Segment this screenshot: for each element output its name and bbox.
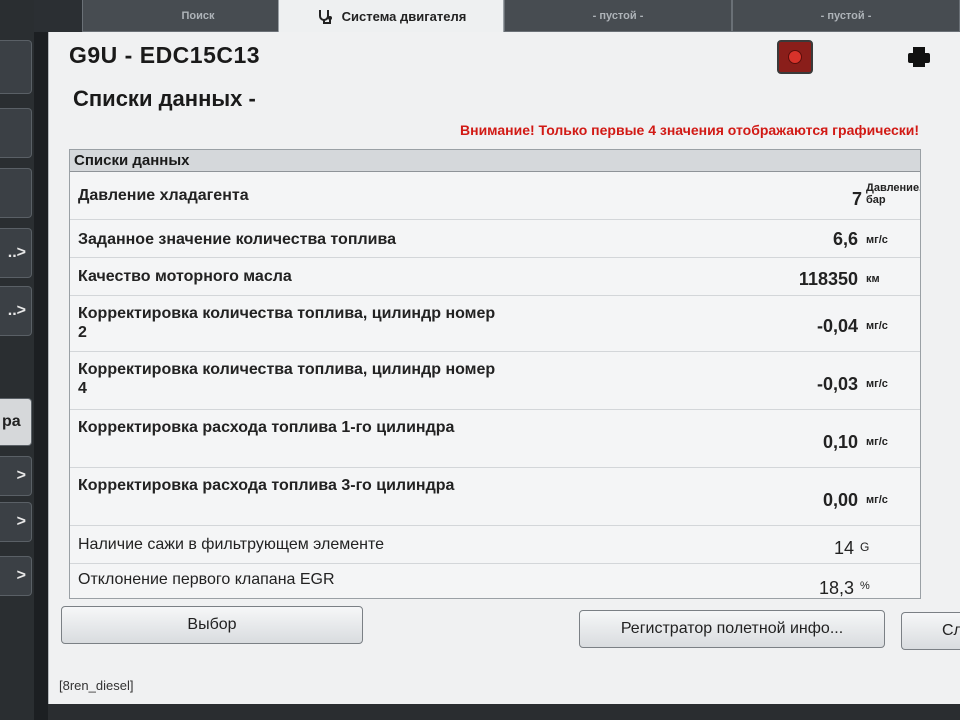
side-button-8[interactable]: > <box>0 502 32 542</box>
bottom-edge <box>48 704 960 720</box>
parameter-label: Корректировка количества топлива, цилинд… <box>78 361 496 397</box>
parameter-unit: % <box>860 580 870 592</box>
parameter-value: 0,10 <box>822 432 858 452</box>
chevron-right-icon: > <box>16 467 26 484</box>
tab-empty-1[interactable]: - пустой - <box>504 0 732 32</box>
parameter-value: 14 <box>833 538 854 558</box>
parameter-value: -0,03 <box>816 374 858 394</box>
list-item[interactable]: Наличие сажи в фильтрующем элементе 14 G <box>70 526 920 564</box>
list-item[interactable]: Корректировка расхода топлива 1-го цилин… <box>70 410 920 468</box>
left-navigation-strip: ..> ..> ра > > > <box>0 0 34 720</box>
stop-button[interactable] <box>777 40 813 74</box>
parameter-label: Корректировка расхода топлива 3-го цилин… <box>78 477 455 494</box>
stop-icon <box>788 50 802 64</box>
parameter-value: 118350 <box>798 269 858 289</box>
side-button-9[interactable]: > <box>0 556 32 596</box>
tab-label: - пустой - <box>592 9 644 22</box>
flight-recorder-button[interactable]: Регистратор полетной инфо... <box>579 610 885 648</box>
side-button-4[interactable]: ..> <box>0 228 32 278</box>
tab-empty-2[interactable]: - пустой - <box>732 0 960 32</box>
tab-label: Система двигателя <box>341 9 467 24</box>
printer-icon[interactable] <box>907 46 931 68</box>
main-panel: G9U - EDC15C13 Списки данных - Внимание!… <box>48 32 960 704</box>
parameter-label: Корректировка количества топлива, цилинд… <box>78 305 496 341</box>
side-button-label: ра <box>2 413 21 430</box>
warning-message: Внимание! Только первые 4 значения отобр… <box>460 122 919 138</box>
chevron-right-icon: > <box>16 567 26 584</box>
side-button-3[interactable] <box>0 168 32 218</box>
parameter-value: 7 <box>851 189 862 209</box>
side-button-label: ..> <box>7 244 26 261</box>
parameter-value: 0,00 <box>822 490 858 510</box>
select-button[interactable]: Выбор <box>61 606 363 644</box>
list-item[interactable]: Корректировка расхода топлива 3-го цилин… <box>70 468 920 526</box>
parameter-unit: мг/с <box>866 494 888 506</box>
list-item[interactable]: Корректировка количества топлива, цилинд… <box>70 296 920 352</box>
flight-recorder-button-label: Регистратор полетной инфо... <box>620 620 844 637</box>
parameter-unit: G <box>860 540 870 554</box>
parameter-unit: мг/с <box>866 320 888 332</box>
page-title: Списки данных - <box>73 86 256 111</box>
status-text: [8ren_diesel] <box>59 678 134 693</box>
tab-label: - пустой - <box>820 9 872 22</box>
parameter-value: -0,04 <box>816 316 858 336</box>
parameter-value: 6,6 <box>832 229 858 249</box>
parameter-label: Качество моторного масла <box>78 268 292 285</box>
side-button-5[interactable]: ..> <box>0 286 32 336</box>
parameter-label: Отклонение первого клапана EGR <box>78 571 335 588</box>
list-item[interactable]: Качество моторного масла 118350 км <box>70 258 920 296</box>
parameter-label: Корректировка расхода топлива 1-го цилин… <box>78 419 455 436</box>
parameter-value: 18,3 <box>818 578 854 598</box>
tab-bar: Поиск Система двигателя - пустой - - пус… <box>34 0 960 34</box>
parameter-unit: мг/с <box>866 378 888 390</box>
parameter-unit: км <box>866 273 880 285</box>
chevron-right-icon: > <box>16 513 26 530</box>
list-item[interactable]: Корректировка количества топлива, цилинд… <box>70 352 920 410</box>
parameter-label: Заданное значение количества топлива <box>78 231 397 248</box>
data-list-header: Списки данных <box>70 150 920 172</box>
side-button-6[interactable]: ра <box>0 398 32 446</box>
side-button-1[interactable] <box>0 40 32 94</box>
list-item[interactable]: Заданное значение количества топлива 6,6… <box>70 220 920 258</box>
parameter-label: Давление хладагента <box>78 187 249 204</box>
stethoscope-icon <box>318 9 332 24</box>
tab-label: Поиск <box>181 9 215 22</box>
parameter-unit: Давление, бар <box>866 182 921 206</box>
parameter-unit: мг/с <box>866 436 888 448</box>
select-button-label: Выбор <box>187 616 237 633</box>
list-item[interactable]: Давление хладагента 7 Давление, бар <box>70 172 920 220</box>
tab-engine-system[interactable]: Система двигателя <box>278 0 504 34</box>
list-item[interactable]: Отклонение первого клапана EGR 18,3 % <box>70 564 920 598</box>
next-button[interactable]: Сл <box>901 612 960 650</box>
side-button-2[interactable] <box>0 108 32 158</box>
data-list: Списки данных Давление хладагента 7 Давл… <box>69 149 921 599</box>
ecu-title: G9U - EDC15C13 <box>69 42 261 68</box>
parameter-unit: мг/с <box>866 234 888 246</box>
parameter-label: Наличие сажи в фильтрующем элементе <box>78 536 384 553</box>
side-button-label: ..> <box>7 302 26 319</box>
side-button-7[interactable]: > <box>0 456 32 496</box>
next-button-label: Сл <box>942 622 960 639</box>
